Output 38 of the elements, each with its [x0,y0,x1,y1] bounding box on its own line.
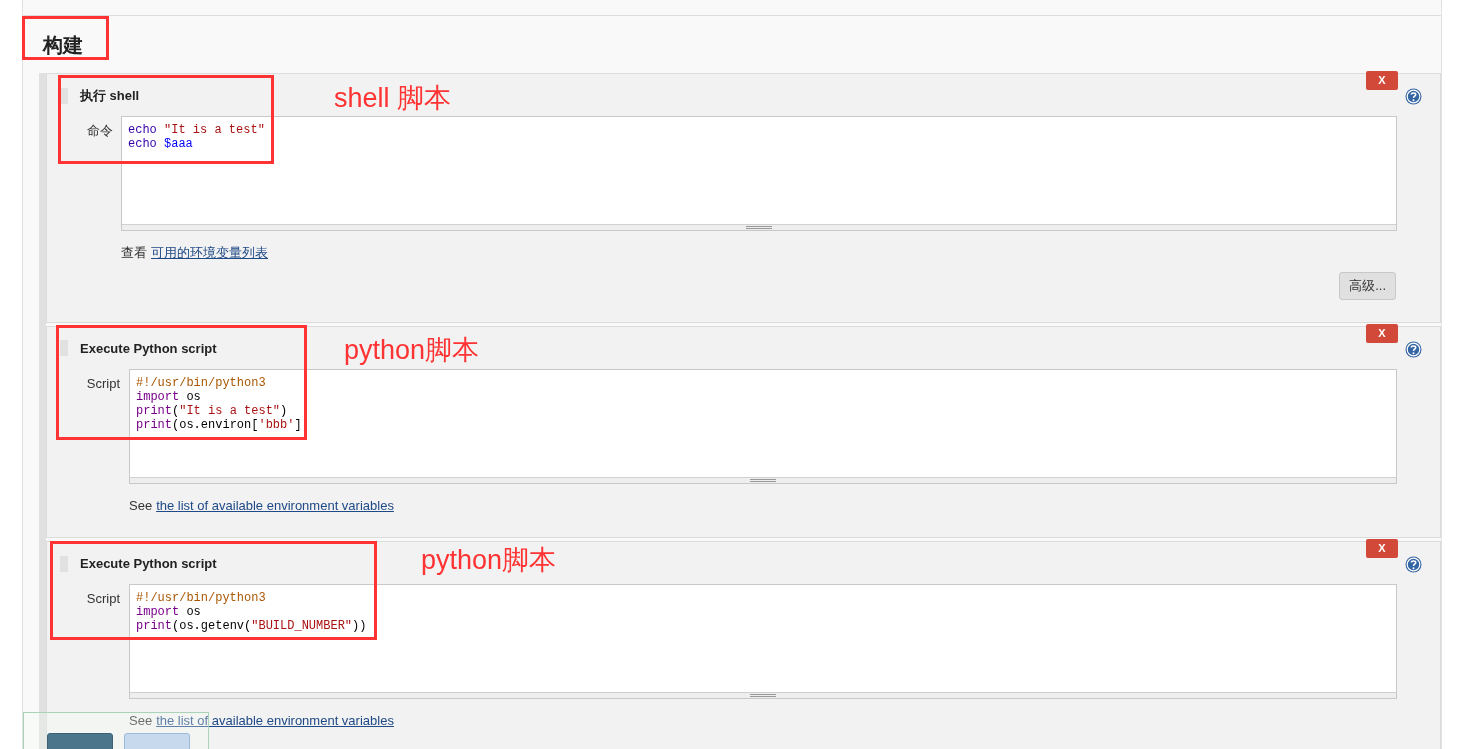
field-label: Script [85,374,120,393]
env-variables-link[interactable]: the list of available environment variables [156,711,394,731]
env-variables-link[interactable]: the list of available environment variables [156,495,394,515]
code-line: #!/usr/bin/python3 [136,591,266,605]
script-editor[interactable]: echo "It is a test" echo $aaa [121,116,1397,231]
advanced-button[interactable]: 高级... [1339,271,1396,300]
code-line: import os [136,605,201,619]
annotation-label: python脚本 [421,544,557,577]
step-title: Execute Python script [80,339,217,358]
code-line: import os [136,389,201,404]
script-editor[interactable]: #!/usr/bin/python3 import os print(os.getenv("BUILD_NUMBER")) [129,584,1397,699]
resize-handle[interactable] [130,692,1396,698]
help-text: See [129,496,153,515]
annotation-label: shell 脚本 [334,82,452,115]
code-line: print(os.getenv("BUILD_NUMBER")) [136,619,367,633]
help-icon[interactable] [1405,556,1422,573]
section-heading: 构建 [43,32,83,58]
step-title: Execute Python script [80,555,217,574]
code-line: print("It is a test") [136,403,288,418]
step-title: 执行 shell [80,87,140,106]
resize-handle[interactable] [130,476,1396,483]
field-label: Script [85,590,120,608]
env-variables-link[interactable]: 可用的环境变量列表 [151,243,268,263]
delete-button[interactable]: X [1366,323,1398,343]
drag-handle-icon[interactable] [60,340,69,357]
field-label: 命令 [86,122,113,140]
annotation-label: python脚本 [344,334,480,367]
resize-handle[interactable] [122,224,1396,230]
delete-button[interactable]: X [1366,539,1398,558]
code-line: echo $aaa [128,137,193,151]
help-icon[interactable] [1405,340,1422,358]
help-text: 查看 [121,244,147,262]
help-text: See [129,712,153,730]
code-line: #!/usr/bin/python3 [136,375,266,390]
code-line: echo "It is a test" [128,123,265,137]
delete-button[interactable]: X [1366,71,1398,90]
help-icon[interactable] [1405,88,1422,105]
drag-handle-icon[interactable] [60,87,69,105]
